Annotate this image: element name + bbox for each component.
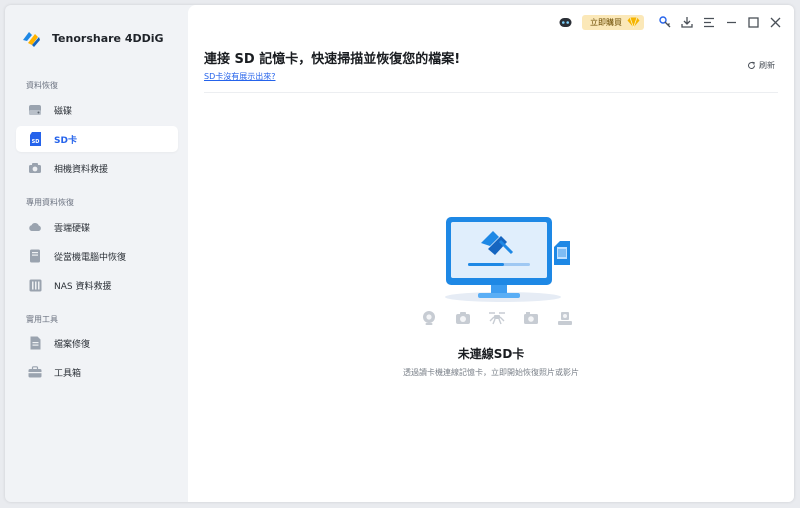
title-bar: 立即購買 [554,13,786,31]
download-icon [681,17,693,28]
sidebar-item-label: 磁碟 [54,106,73,117]
maximize-icon [747,16,759,28]
maximize-button[interactable] [742,13,764,31]
main-panel: 立即購買 連接 SD 記憶卡，快速掃描並恢復您的檔案! SD卡沒有展示出來? 刷… [188,5,794,502]
buy-now-label: 立即購買 [590,17,622,27]
refresh-icon [748,61,756,69]
refresh-label: 刷新 [759,61,775,70]
camera-icon [446,308,480,328]
sidebar-item-label: 雲端硬碟 [54,223,91,234]
sidebar-item-cloud-drive[interactable]: 雲端硬碟 [16,214,178,240]
sidebar-item-nas-recovery[interactable]: NAS 資料救援 [16,272,178,298]
download-button[interactable] [676,13,698,31]
sidebar-item-camera-recovery[interactable]: 相機資料救援 [16,155,178,181]
sidebar-item-disk[interactable]: 磁碟 [16,97,178,123]
minimize-button[interactable] [720,13,742,31]
crashed-computer-icon [28,249,42,263]
app-logo-icon [23,32,40,47]
app-window: Tenorshare 4DDiG 資料恢復 磁碟 SD SD卡 相機資料救援 專… [5,5,794,502]
section-title-recovery: 資料恢復 [26,81,58,90]
robot-icon [559,17,571,27]
toolbox-icon [28,365,42,379]
diamond-icon [627,16,640,28]
sidebar: Tenorshare 4DDiG 資料恢復 磁碟 SD SD卡 相機資料救援 專… [5,5,186,502]
close-button[interactable] [764,13,786,31]
sd-card-not-shown-link[interactable]: SD卡沒有展示出來? [204,71,275,82]
sidebar-item-crashed-computer[interactable]: 從當機電腦中恢復 [16,243,178,269]
menu-button[interactable] [698,13,720,31]
sidebar-item-label: NAS 資料救援 [54,281,112,292]
refresh-button[interactable]: 刷新 [747,60,775,71]
action-camera-icon [514,308,548,328]
app-name: Tenorshare 4DDiG [52,31,164,45]
sidebar-item-label: 從當機電腦中恢復 [54,252,127,263]
menu-icon [704,17,714,27]
sidebar-item-label: 工具箱 [54,368,82,379]
cloud-icon [28,220,42,234]
key-button[interactable] [654,13,676,31]
sidebar-item-label: SD卡 [54,135,77,146]
buy-now-button[interactable]: 立即購買 [582,14,644,30]
close-icon [770,17,780,27]
supported-devices [412,308,582,328]
sidebar-item-sd-card[interactable]: SD SD卡 [16,126,178,152]
sidebar-item-label: 檔案修復 [54,339,91,350]
drone-icon [480,308,514,328]
sidebar-item-toolbox[interactable]: 工具箱 [16,359,178,385]
key-icon [659,15,671,27]
assistant-button[interactable] [554,13,576,31]
svg-text:SD: SD [31,139,39,145]
header-divider [204,92,778,93]
sd-card-icon: SD [28,132,42,146]
no-sd-card-title: 未連線SD卡 [457,347,525,361]
sidebar-item-file-repair[interactable]: 檔案修復 [16,330,178,356]
minimize-icon [726,21,736,23]
disk-icon [28,103,42,117]
page-title: 連接 SD 記憶卡，快速掃描並恢復您的檔案! [204,52,461,67]
sidebar-item-label: 相機資料救援 [54,164,109,175]
section-title-utilities: 實用工具 [26,315,58,324]
camera-icon [28,161,42,175]
nas-icon [28,278,42,292]
file-repair-icon [28,336,42,350]
brand: Tenorshare 4DDiG [19,26,164,50]
section-title-special-recovery: 專用資料恢復 [26,198,74,207]
webcam-icon [412,308,446,328]
recorder-icon [548,308,582,328]
no-sd-card-subtitle: 透過讀卡機連線記憶卡，立即開始恢復照片或影片 [403,368,579,377]
